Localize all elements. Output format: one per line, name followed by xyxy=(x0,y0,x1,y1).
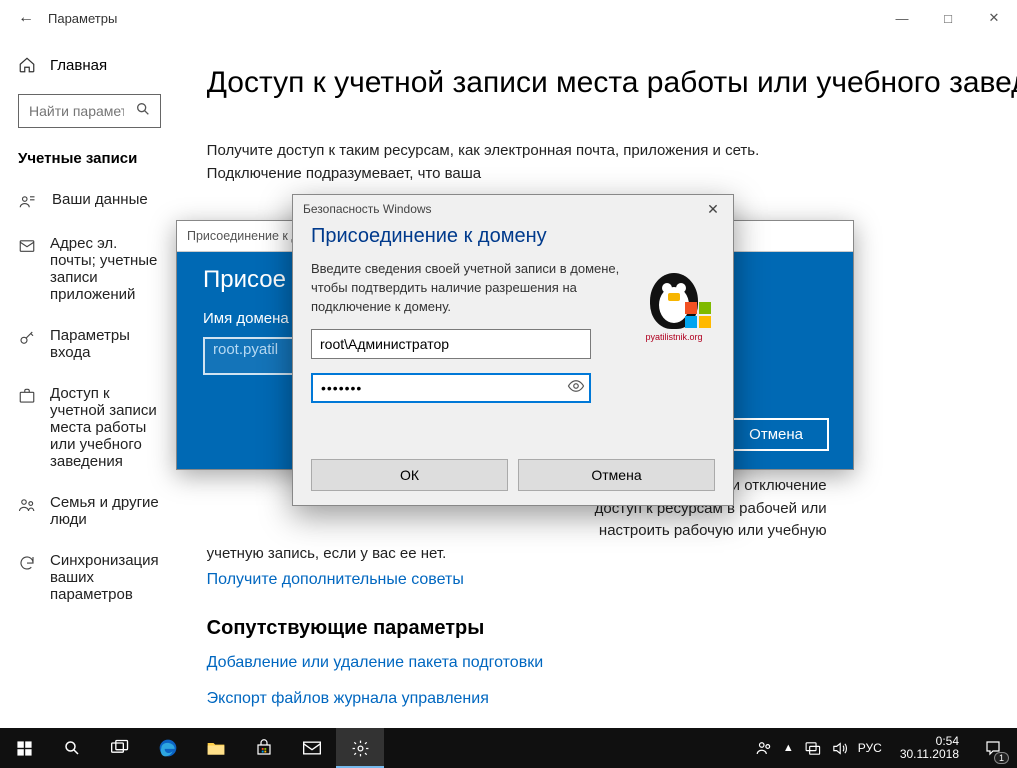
taskbar-settings[interactable] xyxy=(336,728,384,768)
window-maximize-button[interactable]: □ xyxy=(925,0,971,36)
home-icon xyxy=(18,56,36,74)
related-heading: Сопутствующие параметры xyxy=(207,617,1017,640)
window-titlebar: ← Параметры ― □ ✕ xyxy=(0,0,1017,36)
credential-avatar: pyatilistnik.org xyxy=(633,260,715,342)
sidebar-item-family[interactable]: Семья и другие люди xyxy=(0,482,179,540)
page-heading: Доступ к учетной записи места работы или… xyxy=(207,66,1017,100)
reveal-password-icon[interactable] xyxy=(567,377,585,395)
action-center-button[interactable]: 1 xyxy=(969,728,1017,768)
notification-badge: 1 xyxy=(994,752,1009,764)
network-tray-icon[interactable] xyxy=(804,740,821,757)
cred-dialog-text: Введите сведения своей учетной записи в … xyxy=(311,260,621,317)
sidebar-item-work-access[interactable]: Доступ к учетной записи места работы или… xyxy=(0,373,179,482)
tray-chevron-icon[interactable]: ▲ xyxy=(783,742,794,754)
clock-date: 30.11.2018 xyxy=(900,748,959,761)
sidebar-item-label: Ваши данные xyxy=(52,191,148,208)
provisioning-link[interactable]: Добавление или удаление пакета подготовк… xyxy=(207,654,543,672)
username-field[interactable] xyxy=(311,329,591,359)
briefcase-icon xyxy=(18,385,36,405)
people-tray-icon[interactable] xyxy=(755,739,773,757)
cred-dialog-heading: Присоединение к домену xyxy=(311,225,715,248)
settings-search[interactable] xyxy=(18,94,161,128)
cred-dialog-titlebar: Безопасность Windows ✕ xyxy=(293,195,733,223)
avatar-caption: pyatilistnik.org xyxy=(633,332,715,342)
cred-dialog-ok-button[interactable]: ОК xyxy=(311,459,508,491)
taskbar-mail[interactable] xyxy=(288,728,336,768)
sync-icon xyxy=(18,552,36,572)
password-field[interactable] xyxy=(311,373,591,403)
sidebar-home-label: Главная xyxy=(50,57,107,74)
taskbar-explorer[interactable] xyxy=(192,728,240,768)
key-icon xyxy=(18,327,36,347)
language-indicator[interactable]: РУС xyxy=(858,741,882,755)
sidebar-item-sync[interactable]: Синхронизация ваших параметров xyxy=(0,540,179,615)
window-title: Параметры xyxy=(48,11,117,26)
sidebar-item-label: Параметры входа xyxy=(50,327,161,361)
person-badge-icon xyxy=(18,191,38,211)
taskbar: ▲ РУС 0:54 30.11.2018 1 xyxy=(0,728,1017,768)
windows-security-dialog: Безопасность Windows ✕ Присоединение к д… xyxy=(292,194,734,506)
sidebar-item-label: Доступ к учетной записи места работы или… xyxy=(50,385,161,470)
sidebar-item-your-info[interactable]: Ваши данные xyxy=(0,179,179,223)
start-button[interactable] xyxy=(0,728,48,768)
export-logs-link[interactable]: Экспорт файлов журнала управления xyxy=(207,690,489,708)
sidebar-section-header: Учетные записи xyxy=(0,146,179,179)
sidebar-home[interactable]: Главная xyxy=(0,46,179,84)
people-icon xyxy=(18,494,36,514)
search-icon xyxy=(135,101,151,117)
page-description: Получите доступ к таким ресурсам, как эл… xyxy=(207,140,767,185)
taskbar-edge[interactable] xyxy=(144,728,192,768)
mail-icon xyxy=(18,235,36,255)
taskbar-search-button[interactable] xyxy=(48,728,96,768)
sidebar-item-label: Семья и другие люди xyxy=(50,494,161,528)
window-minimize-button[interactable]: ― xyxy=(879,0,925,36)
sidebar-item-email-accounts[interactable]: Адрес эл. почты; учетные записи приложен… xyxy=(0,223,179,315)
taskbar-store[interactable] xyxy=(240,728,288,768)
cred-dialog-close-button[interactable]: ✕ xyxy=(693,195,733,223)
join-dialog-cancel-button[interactable]: Отмена xyxy=(723,418,829,451)
windows-logo-icon xyxy=(685,302,711,328)
settings-sidebar: Главная Учетные записи Ваши данные Адрес… xyxy=(0,36,179,728)
taskbar-clock[interactable]: 0:54 30.11.2018 xyxy=(890,735,969,761)
task-view-button[interactable] xyxy=(96,728,144,768)
window-close-button[interactable]: ✕ xyxy=(971,0,1017,36)
sidebar-item-label: Адрес эл. почты; учетные записи приложен… xyxy=(50,235,161,303)
back-button[interactable]: ← xyxy=(18,9,34,27)
sidebar-item-label: Синхронизация ваших параметров xyxy=(50,552,161,603)
sidebar-item-signin-options[interactable]: Параметры входа xyxy=(0,315,179,373)
system-tray[interactable]: ▲ РУС xyxy=(747,739,890,757)
volume-tray-icon[interactable] xyxy=(831,740,848,757)
tips-link[interactable]: Получите дополнительные советы xyxy=(207,571,464,589)
cred-dialog-cancel-button[interactable]: Отмена xyxy=(518,459,715,491)
